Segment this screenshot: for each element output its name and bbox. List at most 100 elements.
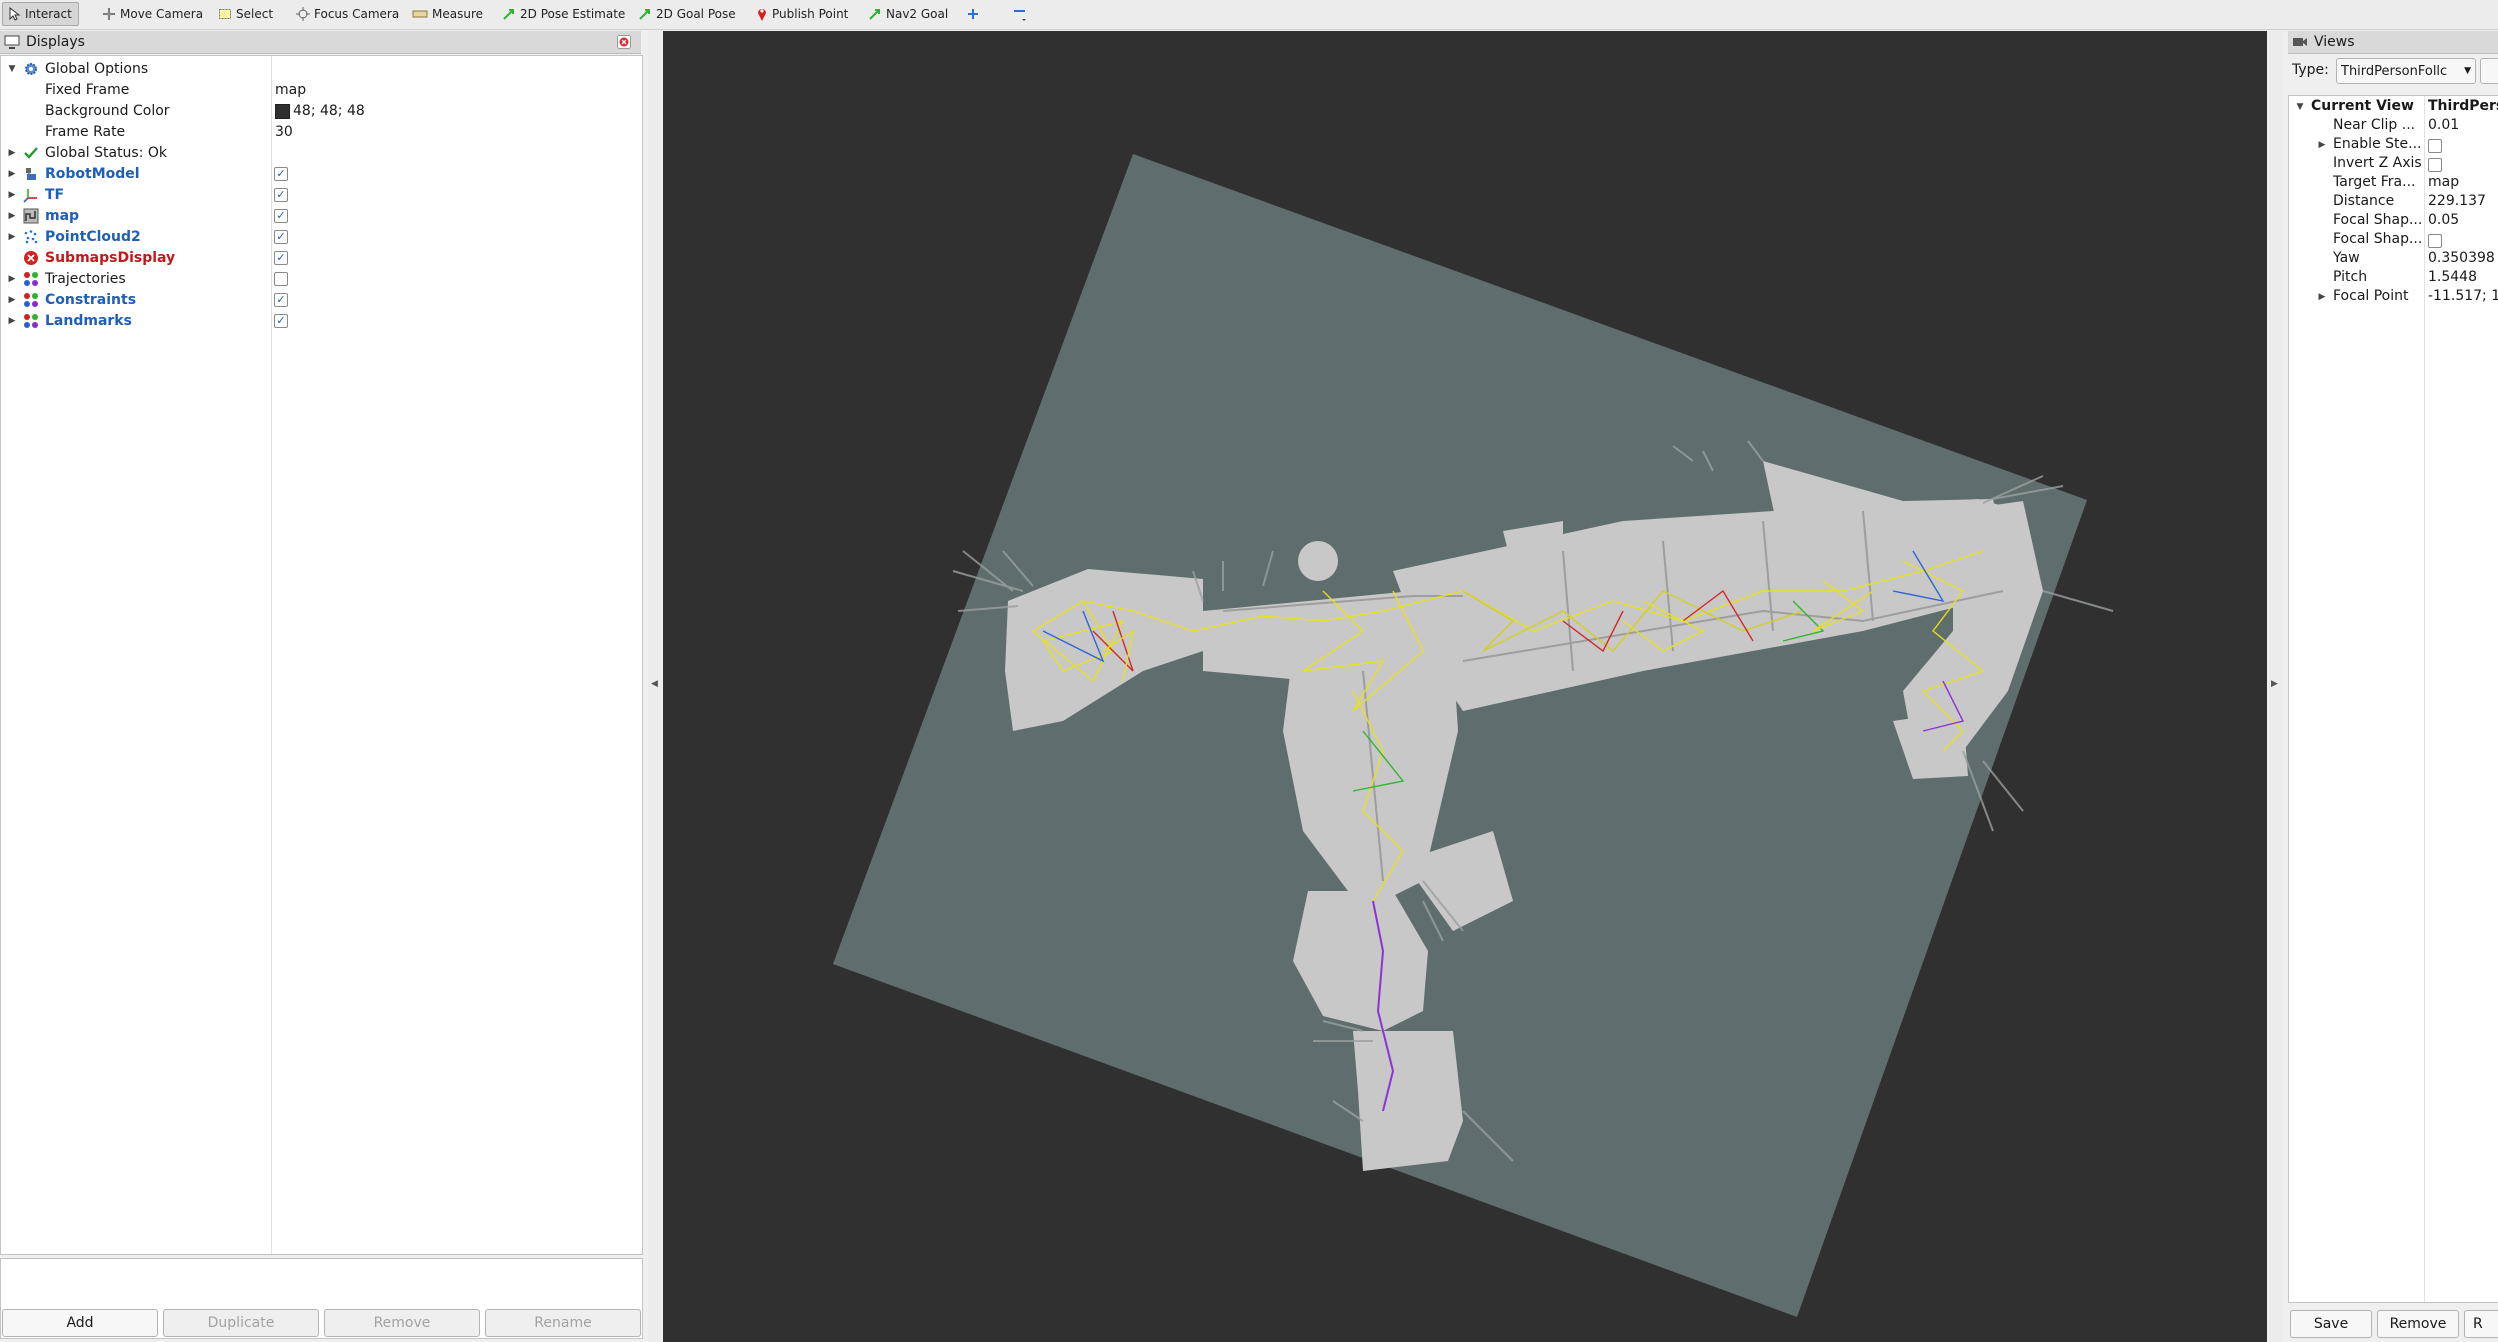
global-options-row[interactable]: ▼ Global Options: [1, 58, 641, 79]
view-prop-row[interactable]: Distance 229.137: [2289, 193, 2498, 212]
remove-view-button[interactable]: Remove: [2377, 1310, 2459, 1338]
select-tool-button[interactable]: Select: [218, 3, 273, 25]
focus-camera-tool-button[interactable]: Focus Camera: [296, 3, 399, 25]
color-swatch[interactable]: [275, 104, 290, 119]
display-checkbox[interactable]: ✓: [274, 292, 288, 307]
collapsed-arrow-icon[interactable]: ▶: [6, 315, 18, 327]
view-prop-value[interactable]: map: [2428, 174, 2459, 190]
displays-panel: Displays ▼ Global Options Fixed Frame ma…: [0, 31, 643, 1342]
nav2-goal-tool-button[interactable]: Nav2 Goal: [868, 3, 948, 25]
view-prop-row[interactable]: ▶ Focal Point -11.517; 13: [2289, 288, 2498, 307]
display-item-constraints[interactable]: ▶ Constraints ✓: [1, 289, 641, 310]
rename-view-button[interactable]: R: [2464, 1310, 2498, 1338]
collapsed-arrow-icon[interactable]: ▶: [6, 231, 18, 243]
add-tool-button[interactable]: [966, 3, 984, 25]
view-prop-row[interactable]: Near Clip ... 0.01: [2289, 117, 2498, 136]
display-checkbox[interactable]: ✓: [274, 313, 288, 328]
frame-rate-row[interactable]: Frame Rate 30: [1, 121, 641, 142]
view-prop-row[interactable]: Focal Shap... 0.05: [2289, 212, 2498, 231]
marker-array-icon: [24, 271, 38, 286]
view-prop-value[interactable]: 229.137: [2428, 193, 2486, 209]
display-item-robotmodel[interactable]: ▶ RobotModel ✓: [1, 163, 641, 184]
display-item-map[interactable]: ▶ map ✓: [1, 205, 641, 226]
view-prop-checkbox[interactable]: [2428, 158, 2442, 172]
view-prop-row[interactable]: Yaw 0.350398: [2289, 250, 2498, 269]
right-splitter-handle[interactable]: ▶: [2268, 31, 2282, 1342]
remove-tool-button[interactable]: [1012, 3, 1032, 25]
interact-tool-button[interactable]: Interact: [2, 2, 79, 26]
view-prop-row[interactable]: Invert Z Axis: [2289, 155, 2498, 174]
display-checkbox[interactable]: [274, 271, 288, 286]
views-panel: Views Type: ThirdPersonFollc ▼ ▼ Current…: [2288, 31, 2498, 1342]
collapsed-arrow-icon[interactable]: ▶: [2316, 291, 2328, 303]
view-prop-value[interactable]: 0.01: [2428, 117, 2459, 133]
remove-display-button[interactable]: Remove: [324, 1309, 480, 1337]
interact-tool-label: Interact: [25, 7, 72, 21]
collapsed-arrow-icon[interactable]: ▶: [6, 273, 18, 285]
current-view-row[interactable]: ▼ Current View ThirdPerso: [2289, 98, 2498, 117]
axes-icon: [23, 188, 37, 203]
views-property-tree: ▼ Current View ThirdPerso Near Clip ... …: [2288, 95, 2498, 1303]
measure-tool-button[interactable]: Measure: [412, 3, 483, 25]
display-checkbox[interactable]: ✓: [274, 208, 288, 223]
view-type-select[interactable]: ThirdPersonFollc ▼: [2336, 58, 2476, 84]
display-checkbox[interactable]: ✓: [274, 229, 288, 244]
checkmark-icon: [24, 146, 38, 159]
view-prop-value[interactable]: -11.517; 13: [2428, 288, 2498, 304]
view-prop-row[interactable]: Pitch 1.5448: [2289, 269, 2498, 288]
publish-point-tool-button[interactable]: Publish Point: [756, 3, 848, 25]
view-prop-row[interactable]: ▶ Enable Ste...: [2289, 136, 2498, 155]
frame-rate-label: Frame Rate: [45, 123, 126, 140]
view-prop-checkbox[interactable]: [2428, 234, 2442, 248]
background-color-value[interactable]: 48; 48; 48: [293, 103, 365, 119]
expanded-arrow-icon[interactable]: ▼: [2294, 101, 2306, 113]
duplicate-display-button[interactable]: Duplicate: [163, 1309, 319, 1337]
display-checkbox[interactable]: ✓: [274, 187, 288, 202]
view-prop-value[interactable]: 0.05: [2428, 212, 2459, 228]
expanded-arrow-icon[interactable]: ▼: [6, 63, 18, 75]
save-view-button[interactable]: Save: [2290, 1310, 2372, 1338]
view-prop-label: Target Fra...: [2333, 174, 2416, 190]
collapsed-arrow-icon[interactable]: ▶: [6, 294, 18, 306]
focus-camera-icon: [296, 7, 310, 21]
left-splitter-handle[interactable]: ◀: [648, 31, 662, 1342]
display-item-submapsdisplay[interactable]: SubmapsDisplay ✓: [1, 247, 641, 268]
chevron-down-icon: ▼: [2464, 66, 2471, 76]
global-options-label: Global Options: [45, 60, 149, 77]
render-viewport[interactable]: [663, 31, 2267, 1342]
view-prop-value[interactable]: 1.5448: [2428, 269, 2477, 285]
view-prop-value[interactable]: 0.350398: [2428, 250, 2495, 266]
collapsed-arrow-icon[interactable]: ▶: [6, 189, 18, 201]
rename-display-button[interactable]: Rename: [485, 1309, 641, 1337]
goal-pose-tool-button[interactable]: 2D Goal Pose: [638, 3, 736, 25]
view-prop-row[interactable]: Focal Shap...: [2289, 231, 2498, 250]
collapsed-arrow-icon[interactable]: ▶: [6, 147, 18, 159]
zero-view-button[interactable]: [2480, 58, 2498, 84]
displays-panel-title-bar: Displays: [0, 31, 641, 54]
display-checkbox[interactable]: ✓: [274, 250, 288, 265]
view-prop-row[interactable]: Target Fra... map: [2289, 174, 2498, 193]
display-item-trajectories[interactable]: ▶ Trajectories: [1, 268, 641, 289]
pose-estimate-tool-button[interactable]: 2D Pose Estimate: [502, 3, 625, 25]
view-prop-checkbox[interactable]: [2428, 139, 2442, 153]
move-camera-icon: [103, 8, 115, 20]
fixed-frame-row[interactable]: Fixed Frame map: [1, 79, 641, 100]
display-item-tf[interactable]: ▶ TF ✓: [1, 184, 641, 205]
collapsed-arrow-icon[interactable]: ▶: [6, 168, 18, 180]
collapsed-arrow-icon[interactable]: ▶: [6, 210, 18, 222]
collapsed-arrow-icon[interactable]: ▶: [2316, 139, 2328, 151]
display-checkbox[interactable]: ✓: [274, 166, 288, 181]
view-prop-label: Yaw: [2333, 250, 2360, 266]
global-status-row[interactable]: ▶ Global Status: Ok: [1, 142, 641, 163]
display-item-pointcloud2[interactable]: ▶ PointCloud2 ✓: [1, 226, 641, 247]
move-camera-tool-button[interactable]: Move Camera: [102, 3, 203, 25]
red-pin-icon: [758, 9, 766, 21]
frame-rate-value[interactable]: 30: [275, 124, 293, 140]
close-icon[interactable]: [617, 35, 631, 49]
map-icon: [23, 208, 39, 223]
fixed-frame-value[interactable]: map: [275, 82, 306, 98]
add-display-button[interactable]: Add: [2, 1309, 158, 1337]
display-item-landmarks[interactable]: ▶ Landmarks ✓: [1, 310, 641, 331]
background-color-row[interactable]: Background Color 48; 48; 48: [1, 100, 641, 121]
view-type-row: Type: ThirdPersonFollc ▼: [2288, 55, 2498, 85]
